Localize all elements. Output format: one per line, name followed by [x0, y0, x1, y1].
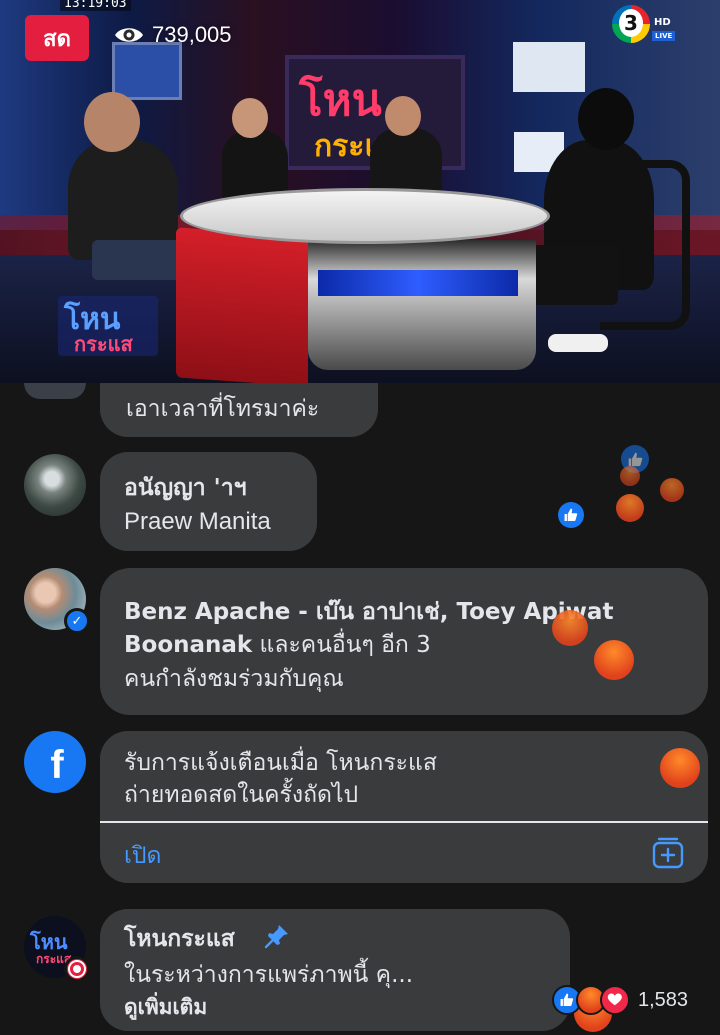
comment-text: ในระหว่างการแพร่ภาพนี้ คุ... [124, 962, 414, 988]
check-icon: ✓ [64, 608, 90, 634]
channel-3-logo: 3 HD LIVE [612, 5, 680, 43]
watching-line-2: Boonanak และคนอื่นๆ อีก 3 [124, 627, 431, 663]
reaction-summary[interactable]: 1,583 [552, 984, 688, 1016]
studio-screen-right [513, 42, 585, 92]
host-left-head [84, 92, 140, 152]
live-video-player[interactable]: โหน กระแส โหน กระแส 13:19:03 สด 739,005 … [0, 0, 720, 383]
channel-logo-number: 3 [619, 9, 643, 37]
guest-right-shoes [548, 334, 608, 352]
eye-icon [115, 28, 143, 42]
angry-icon [620, 466, 640, 486]
watching-name: Boonanak [124, 632, 253, 658]
comment-text: Praew Manita [124, 508, 271, 535]
angry-icon [660, 748, 700, 788]
comment-text: เอาเวลาที่โทรมาค่ะ [126, 396, 320, 422]
notification-card: รับการแจ้งเตือนเมื่อ โหนกระแส ถ่ายทอดสดใ… [100, 731, 708, 883]
angry-icon [660, 478, 684, 502]
angry-icon [552, 610, 588, 646]
watermark-line2: กระแส [74, 332, 133, 356]
live-badge: สด [25, 15, 89, 61]
avatar: f [24, 731, 86, 793]
host-center-head [385, 96, 421, 136]
pinned-comment[interactable]: โหนกระแส ในระหว่างการแพร่ภาพนี้ คุ... ดู… [100, 909, 570, 1031]
angry-icon [594, 640, 634, 680]
channel-live-tag: LIVE [652, 31, 676, 41]
viewer-count-value: 739,005 [152, 22, 232, 47]
live-broadcast-icon [64, 956, 90, 982]
pin-icon [264, 925, 288, 949]
studio-desk-light [318, 270, 518, 296]
studio-desk-red-panel [176, 227, 308, 383]
host-center-body [370, 128, 442, 196]
comment-bubble[interactable]: อนัญญา 'าฯ Praew Manita [100, 452, 317, 551]
turn-on-notifications-button[interactable]: เปิด [124, 838, 161, 874]
divider [100, 821, 708, 823]
watching-line-3: คนกำลังชมร่วมกับคุณ [124, 666, 344, 692]
show-logo-watermark: โหน กระแส [58, 296, 158, 356]
angry-icon [616, 494, 644, 522]
facebook-icon: f [50, 742, 64, 787]
notify-line-2: ถ่ายทอดสดในครั้งถัดไป [124, 782, 359, 808]
guest-right-legs [528, 245, 618, 305]
calendar-add-icon[interactable] [652, 835, 684, 869]
love-icon [600, 985, 630, 1015]
watching-others: และคนอื่นๆ อีก 3 [252, 632, 431, 658]
channel-hd-tag: HD [654, 17, 671, 28]
guest-body [222, 130, 288, 200]
studio-desk-top [180, 188, 550, 244]
video-clock: 13:19:03 [60, 0, 131, 11]
like-icon [558, 502, 584, 528]
comment-author[interactable]: อนัญญา 'าฯ [124, 470, 247, 506]
studio-screen-left [112, 42, 182, 100]
comment-bubble[interactable]: เอาเวลาที่โทรมาค่ะ [100, 383, 378, 437]
comment-author[interactable]: โหนกระแส [124, 921, 235, 957]
reaction-count: 1,583 [638, 988, 689, 1011]
see-more-link[interactable]: ดูเพิ่มเติม [124, 991, 207, 1024]
guest-head [232, 98, 268, 138]
avatar[interactable] [24, 454, 86, 516]
notify-line-1: รับการแจ้งเตือนเมื่อ โหนกระแส [124, 750, 437, 776]
avatar[interactable] [24, 383, 86, 399]
watching-line-1: Benz Apache - เบ๊น อาปาเช่, Toey Apiwat [124, 599, 614, 625]
studio-desk-base [308, 240, 536, 370]
viewer-count: 739,005 [114, 22, 232, 48]
guest-right-head [578, 88, 634, 150]
